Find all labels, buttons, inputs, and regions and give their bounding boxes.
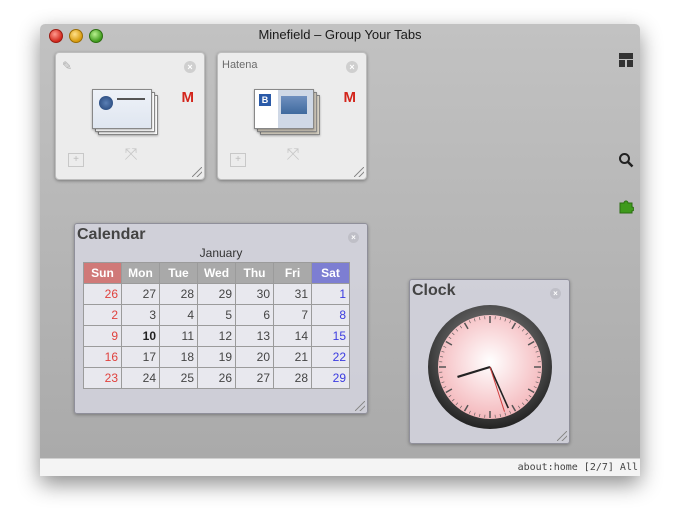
calendar-day[interactable]: 18 [159, 346, 198, 368]
calendar-day[interactable]: 10 [121, 325, 160, 347]
calendar-day[interactable]: 8 [311, 304, 350, 326]
calendar-day[interactable]: 20 [235, 346, 274, 368]
new-tab-icon[interactable]: + [230, 153, 246, 167]
calendar-day[interactable]: 28 [159, 283, 198, 305]
calendar-day[interactable]: 9 [83, 325, 122, 347]
resize-handle[interactable] [355, 401, 365, 411]
calendar-week-row: 9 10 11 12 13 14 15 [83, 325, 350, 347]
expand-group-icon[interactable]: ⤧ [120, 145, 142, 165]
close-group-icon[interactable]: × [184, 61, 196, 73]
expand-group-icon[interactable]: ⤧ [282, 145, 304, 165]
calendar-day[interactable]: 24 [121, 367, 160, 389]
weekday-header: Tue [159, 262, 198, 284]
analog-clock-face [428, 305, 552, 429]
calendar-day[interactable]: 25 [159, 367, 198, 389]
weekday-header: Sat [311, 262, 350, 284]
weekday-header: Mon [121, 262, 160, 284]
resize-handle[interactable] [557, 431, 567, 441]
calendar-day[interactable]: 5 [197, 304, 236, 326]
browser-window: Minefield – Group Your Tabs ✎ × M + ⤧ Ha… [40, 24, 640, 476]
weekday-header: Sun [83, 262, 122, 284]
tab-group-1[interactable]: ✎ × M + ⤧ [55, 52, 205, 180]
calendar-month: January [199, 246, 243, 260]
calendar-title: Calendar [77, 226, 146, 243]
clock-widget[interactable]: Clock × [409, 279, 570, 444]
calendar-day[interactable]: 22 [311, 346, 350, 368]
calendar-day[interactable]: 23 [83, 367, 122, 389]
title-bar: Minefield – Group Your Tabs [40, 24, 640, 46]
group-name[interactable]: Hatena [222, 59, 257, 71]
calendar-day[interactable]: 14 [273, 325, 312, 347]
calendar-week-row: 23 24 25 26 27 28 29 [83, 367, 350, 389]
calendar-day[interactable]: 15 [311, 325, 350, 347]
calendar-day[interactable]: 27 [235, 367, 274, 389]
calendar-day[interactable]: 31 [273, 283, 312, 305]
calendar-day[interactable]: 1 [311, 283, 350, 305]
weekday-header: Wed [197, 262, 236, 284]
calendar-day[interactable]: 26 [83, 283, 122, 305]
calendar-day[interactable]: 29 [197, 283, 236, 305]
calendar-day[interactable]: 27 [121, 283, 160, 305]
calendar-day[interactable]: 13 [235, 325, 274, 347]
search-icon[interactable] [618, 152, 634, 168]
calendar-day[interactable]: 11 [159, 325, 198, 347]
close-widget-icon[interactable]: × [550, 288, 561, 299]
tab-thumbnail-stack[interactable] [92, 89, 158, 135]
new-tab-icon[interactable]: + [68, 153, 84, 167]
gmail-icon: M [343, 89, 357, 106]
calendar-week-row: 16 17 18 19 20 21 22 [83, 346, 350, 368]
clock-title: Clock [412, 282, 456, 299]
edit-group-name-icon[interactable]: ✎ [62, 59, 72, 73]
calendar-day[interactable]: 6 [235, 304, 274, 326]
calendar-week-row: 2345678 [83, 304, 350, 326]
puzzle-piece-icon[interactable] [618, 198, 635, 214]
calendar-grid: Sun Mon Tue Wed Thu Fri Sat 26 27 28 29 30 31… [83, 262, 350, 389]
calendar-day[interactable]: 29 [311, 367, 350, 389]
calendar-day[interactable]: 7 [273, 304, 312, 326]
calendar-day[interactable]: 4 [159, 304, 198, 326]
calendar-day[interactable]: 28 [273, 367, 312, 389]
calendar-week-row: 26 27 28 29 30 31 1 [83, 283, 350, 305]
calendar-day[interactable]: 12 [197, 325, 236, 347]
gmail-icon: M [181, 89, 195, 106]
calendar-day[interactable]: 3 [121, 304, 160, 326]
tab-group-2[interactable]: Hatena × B M + ⤧ [217, 52, 367, 180]
calendar-day[interactable]: 16 [83, 346, 122, 368]
calendar-day[interactable]: 2 [83, 304, 122, 326]
resize-handle[interactable] [354, 167, 364, 177]
close-widget-icon[interactable]: × [348, 232, 359, 243]
window-title: Minefield – Group Your Tabs [258, 27, 422, 42]
resize-handle[interactable] [192, 167, 202, 177]
tab-thumbnail-stack[interactable]: B [254, 89, 320, 135]
calendar-widget[interactable]: Calendar × January Sun Mon Tue Wed Thu F… [74, 223, 368, 414]
weekday-header: Fri [273, 262, 312, 284]
calendar-day[interactable]: 17 [121, 346, 160, 368]
calendar-day[interactable]: 21 [273, 346, 312, 368]
close-group-icon[interactable]: × [346, 61, 358, 73]
calendar-day[interactable]: 26 [197, 367, 236, 389]
tab-grid-icon[interactable] [618, 52, 634, 68]
status-bar: about:home [2/7] All [40, 458, 640, 476]
calendar-day[interactable]: 19 [197, 346, 236, 368]
calendar-day[interactable]: 30 [235, 283, 274, 305]
status-text: about:home [2/7] All [517, 462, 638, 473]
weekday-header: Thu [235, 262, 274, 284]
